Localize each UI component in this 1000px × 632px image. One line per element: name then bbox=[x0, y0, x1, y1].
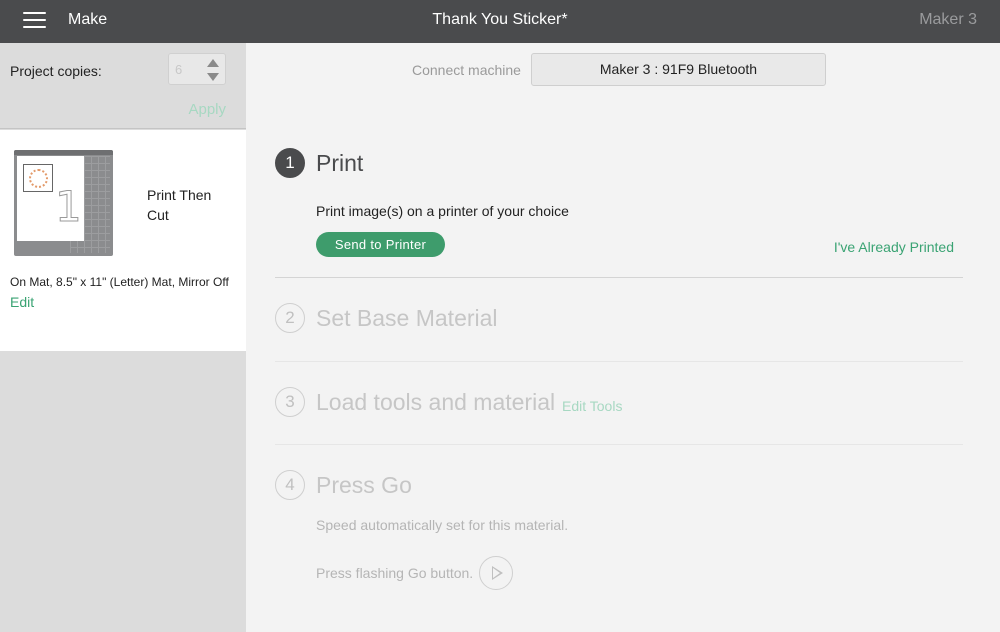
already-printed-link[interactable]: I've Already Printed bbox=[834, 239, 954, 255]
mat-info: On Mat, 8.5" x 11" (Letter) Mat, Mirror … bbox=[10, 275, 229, 289]
mat-paper: 1 bbox=[17, 156, 84, 241]
print-description: Print image(s) on a printer of your choi… bbox=[316, 203, 569, 219]
press-go-text: Press flashing Go button. bbox=[316, 565, 474, 581]
mat-header-strip bbox=[14, 150, 113, 155]
send-to-printer-button[interactable]: Send to Printer bbox=[316, 232, 445, 257]
divider bbox=[275, 361, 963, 362]
mat-label: Print Then Cut bbox=[147, 187, 212, 223]
mat-preview-thumbnail[interactable]: 1 bbox=[14, 150, 113, 256]
project-copies-section: Project copies: 6 Apply bbox=[0, 43, 246, 129]
sticker-preview bbox=[23, 164, 53, 192]
step-2-number: 2 bbox=[275, 303, 305, 333]
project-copies-stepper[interactable]: 6 bbox=[168, 53, 226, 85]
project-title: Thank You Sticker* bbox=[432, 11, 568, 28]
apply-button[interactable]: Apply bbox=[188, 101, 226, 118]
step-4-number: 4 bbox=[275, 470, 305, 500]
go-button[interactable] bbox=[479, 556, 513, 590]
step-1-title: Print bbox=[316, 150, 364, 176]
machine-select-button[interactable]: Maker 3 : 91F9 Bluetooth bbox=[531, 53, 826, 86]
mat-number: 1 bbox=[55, 182, 83, 232]
decrement-arrow-icon[interactable] bbox=[207, 73, 219, 81]
machine-name: Maker 3 bbox=[919, 11, 977, 28]
step-3-title: Load tools and material bbox=[316, 389, 556, 415]
step-3-number: 3 bbox=[275, 387, 305, 417]
top-bar: Make Thank You Sticker* Maker 3 bbox=[0, 0, 1000, 43]
project-copies-value[interactable]: 6 bbox=[175, 62, 182, 77]
increment-arrow-icon[interactable] bbox=[207, 59, 219, 67]
left-panel: Project copies: 6 Apply 1 Print Then Cut… bbox=[0, 43, 246, 632]
step-1-number: 1 bbox=[275, 148, 305, 178]
project-copies-label: Project copies: bbox=[10, 63, 102, 79]
step-2-title: Set Base Material bbox=[316, 305, 498, 331]
speed-info-text: Speed automatically set for this materia… bbox=[316, 517, 569, 533]
edit-tools-link[interactable]: Edit Tools bbox=[562, 398, 622, 414]
mat-edit-link[interactable]: Edit bbox=[10, 294, 34, 310]
step-4-title: Press Go bbox=[316, 472, 412, 498]
divider bbox=[275, 444, 963, 445]
connect-machine-label: Connect machine bbox=[412, 62, 521, 78]
sticker-design-icon bbox=[29, 169, 48, 188]
divider bbox=[275, 277, 963, 278]
mat-card[interactable]: 1 Print Then Cut On Mat, 8.5" x 11" (Let… bbox=[0, 130, 246, 351]
